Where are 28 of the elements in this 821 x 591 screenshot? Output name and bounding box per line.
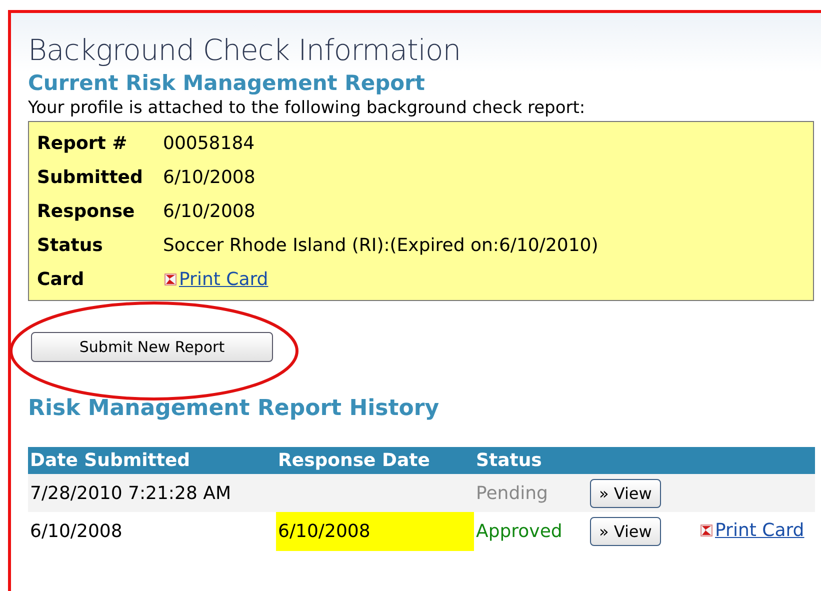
- status-cell: Pending: [474, 474, 588, 512]
- field-value: 00058184: [163, 132, 255, 154]
- field-label: Submitted: [37, 166, 144, 188]
- view-button[interactable]: » View: [590, 478, 661, 508]
- field-label: Card: [37, 268, 86, 290]
- field-label: Response: [37, 200, 136, 222]
- column-header: Response Date: [276, 447, 474, 474]
- field-value: Soccer Rhode Island (RI):(Expired on:6/10/2010): [163, 234, 598, 256]
- column-header: Date Submitted: [28, 447, 276, 474]
- field-label: Status: [37, 234, 104, 256]
- section-heading: Current Risk Management Report: [28, 70, 426, 97]
- intro-text: Your profile is attached to the following background check report:: [28, 97, 586, 119]
- table-cell: 7/28/2010 7:21:28 AM: [28, 474, 276, 512]
- pdf-icon: [699, 523, 714, 538]
- table-cell: 6/10/2008: [276, 512, 474, 551]
- table-cell: 6/10/2008: [28, 512, 276, 551]
- column-header: Status: [474, 447, 588, 474]
- status-cell: Approved: [474, 512, 588, 551]
- view-button[interactable]: » View: [590, 517, 661, 546]
- print-card-link[interactable]: Print Card: [179, 268, 268, 290]
- print-card-link[interactable]: Print Card: [715, 520, 804, 541]
- field-value: 6/10/2008: [163, 200, 256, 222]
- field-label: Report #: [37, 132, 128, 154]
- page-title: Background Check Information: [28, 33, 462, 67]
- pdf-icon: [163, 272, 178, 286]
- field-value: 6/10/2008: [163, 166, 256, 188]
- submit-new-report-button[interactable]: Submit New Report: [31, 332, 273, 362]
- section-heading: Risk Management Report History: [28, 395, 440, 423]
